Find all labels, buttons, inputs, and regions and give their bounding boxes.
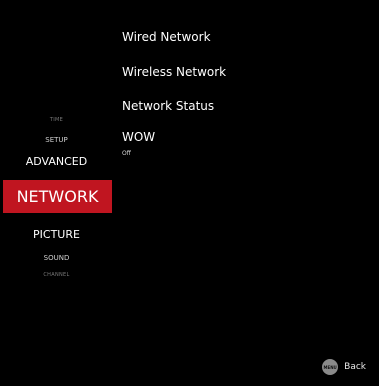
menu-item-setup[interactable]: SETUP	[0, 136, 113, 144]
menu-item-network-selected[interactable]: NETWORK	[3, 180, 112, 213]
back-label: Back	[344, 362, 366, 372]
tv-settings-screen: TIME SETUP ADVANCED NETWORK PICTURE SOUN…	[0, 0, 379, 386]
network-status-option[interactable]: Network Status	[122, 99, 214, 113]
menu-item-channel[interactable]: CHANNEL	[0, 272, 113, 278]
wow-value: Off	[122, 150, 131, 157]
wireless-network-option[interactable]: Wireless Network	[122, 65, 226, 79]
menu-item-sound[interactable]: SOUND	[0, 254, 113, 262]
menu-item-advanced[interactable]: ADVANCED	[0, 155, 113, 168]
menu-item-picture[interactable]: PICTURE	[0, 228, 113, 241]
footer-hint: MENU Back	[322, 359, 366, 375]
menu-item-time[interactable]: TIME	[0, 117, 113, 123]
wow-option[interactable]: WOW	[122, 130, 155, 144]
wired-network-option[interactable]: Wired Network	[122, 30, 211, 44]
menu-button-icon[interactable]: MENU	[322, 359, 339, 375]
